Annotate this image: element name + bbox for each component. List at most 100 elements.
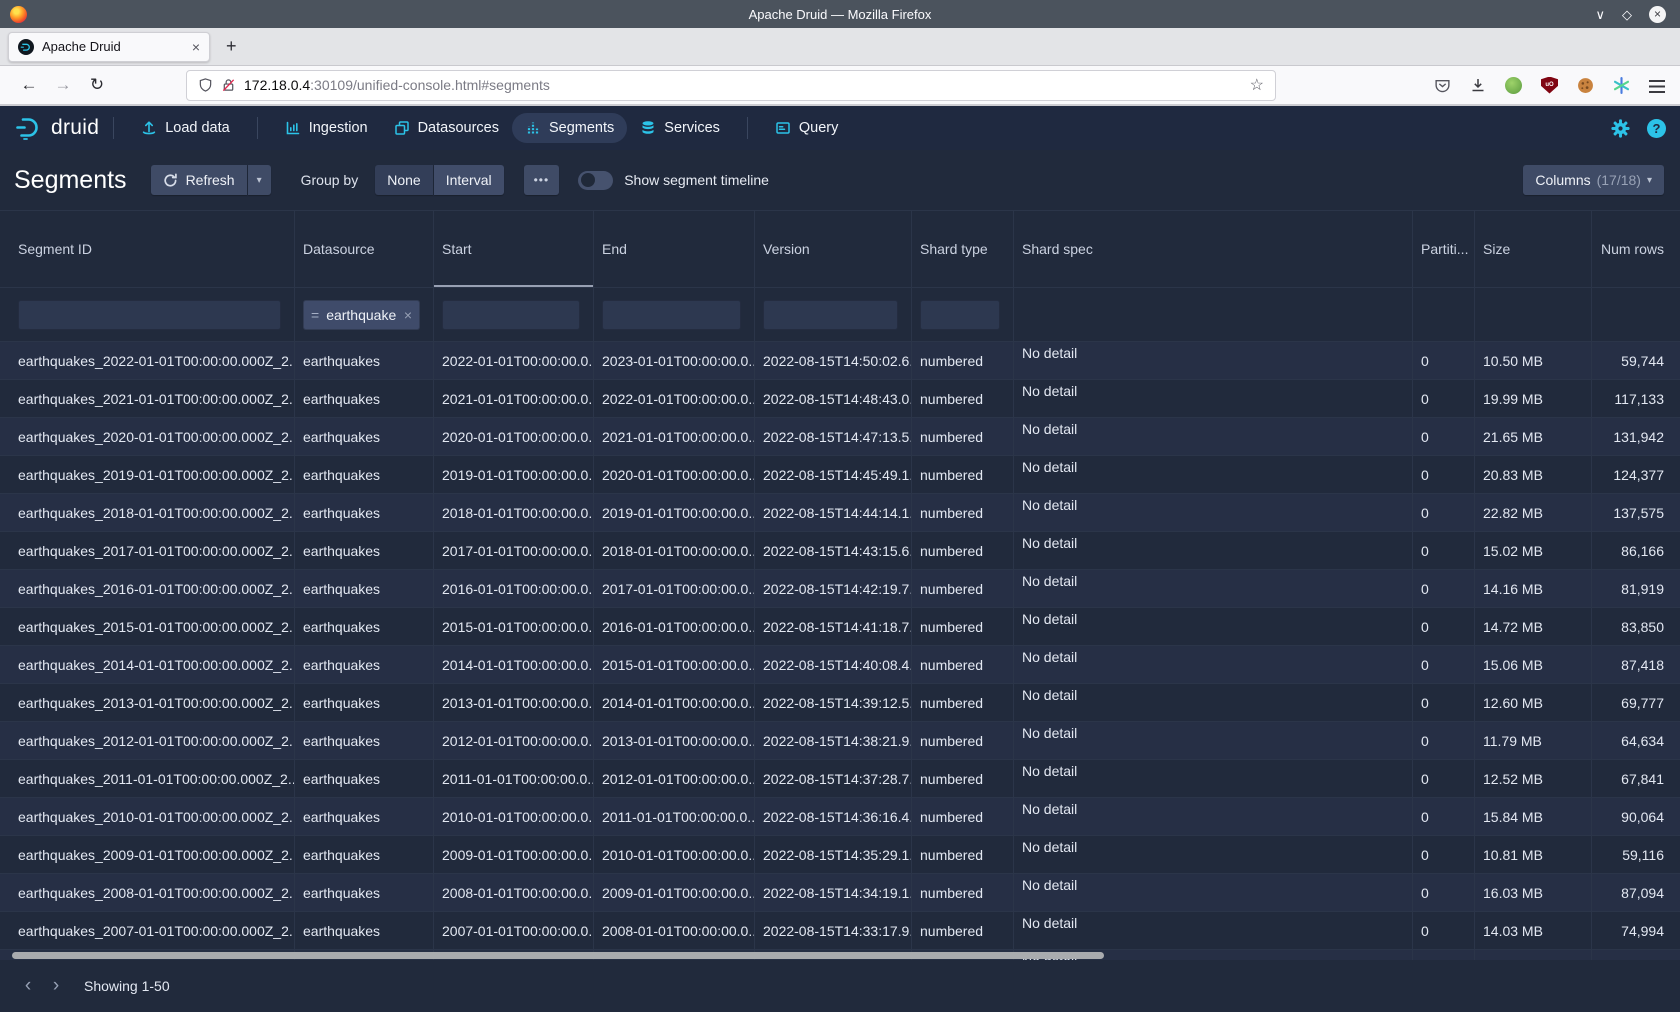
start-filter-input[interactable]	[442, 300, 580, 330]
cell-partition: 0	[1413, 608, 1475, 645]
new-tab-button[interactable]: +	[226, 36, 237, 57]
columns-button[interactable]: Columns (17/18) ▾	[1523, 165, 1664, 195]
datasource-filter-tag[interactable]: = earthquake ×	[303, 300, 420, 330]
cell-segment-id: earthquakes_2011-01-01T00:00:00.000Z_2..…	[0, 760, 295, 797]
help-icon[interactable]: ?	[1647, 119, 1666, 138]
window-minimize-icon[interactable]: ∨	[1595, 8, 1605, 21]
druid-logo[interactable]: druid	[14, 116, 99, 140]
cell-end: 2010-01-01T00:00:00.0...	[594, 836, 755, 873]
ublock-origin-icon[interactable]: uO	[1541, 77, 1558, 94]
privacy-extension-icon[interactable]	[1505, 77, 1522, 94]
cell-start: 2016-01-01T00:00:00.0...	[434, 570, 594, 607]
nav-item-ingestion[interactable]: Ingestion	[272, 113, 381, 143]
menu-hamburger-icon[interactable]	[1649, 80, 1665, 93]
nav-item-datasources[interactable]: Datasources	[381, 113, 512, 143]
cookie-extension-icon[interactable]	[1577, 77, 1594, 94]
refresh-button[interactable]: Refresh	[151, 165, 247, 195]
tab-title: Apache Druid	[42, 39, 192, 54]
snowflake-extension-icon[interactable]	[1613, 77, 1630, 94]
console-icon	[775, 120, 791, 136]
back-button[interactable]: ←	[12, 75, 46, 95]
nav-divider	[113, 117, 114, 139]
previous-page-button[interactable]: ‹	[14, 971, 42, 1001]
refresh-icon	[163, 173, 178, 188]
cell-version: 2022-08-15T14:33:17.9...	[755, 912, 912, 949]
cell-version: 2022-08-15T14:37:28.7...	[755, 760, 912, 797]
cell-shard-type: numbered	[912, 494, 1014, 531]
cell-shard-spec: No detail	[1014, 646, 1413, 683]
cell-partition	[1413, 950, 1475, 960]
downloads-icon[interactable]	[1470, 77, 1486, 93]
cell-datasource: earthquakes	[295, 608, 434, 645]
nav-item-query[interactable]: Query	[762, 113, 852, 143]
end-filter-input[interactable]	[602, 300, 741, 330]
window-maximize-icon[interactable]: ◇	[1622, 8, 1632, 21]
reload-button[interactable]: ↻	[80, 75, 114, 95]
gear-icon[interactable]	[1611, 119, 1630, 138]
tracking-shield-icon[interactable]	[198, 77, 213, 93]
group-by-interval-button[interactable]: Interval	[434, 165, 504, 195]
cell-end: 2018-01-01T00:00:00.0...	[594, 532, 755, 569]
nav-divider	[257, 117, 258, 139]
url-bar[interactable]: 172.18.0.4:30109/unified-console.html#se…	[186, 70, 1276, 101]
table-row: earthquakes_2022-01-01T00:00:00.000Z_2..…	[0, 341, 1680, 379]
column-header-segment-id[interactable]: Segment ID	[0, 211, 295, 287]
more-options-button[interactable]: •••	[524, 165, 560, 195]
cell-size: 19.99 MB	[1475, 380, 1592, 417]
cell-shard-type: numbered	[912, 570, 1014, 607]
remove-filter-icon[interactable]: ×	[404, 307, 412, 323]
browser-tab[interactable]: Apache Druid ×	[8, 32, 210, 62]
next-page-button[interactable]: ›	[42, 971, 70, 1001]
cell-num-rows: 64,634	[1592, 722, 1680, 759]
horizontal-scrollbar[interactable]	[12, 952, 1104, 959]
cell-end: 2020-01-01T00:00:00.0...	[594, 456, 755, 493]
cell-version: 2022-08-15T14:38:21.9...	[755, 722, 912, 759]
group-by-none-button[interactable]: None	[375, 165, 432, 195]
cell-partition: 0	[1413, 760, 1475, 797]
cell-version: 2022-08-15T14:36:16.4...	[755, 798, 912, 835]
cell-datasource: earthquakes	[295, 494, 434, 531]
forward-button[interactable]: →	[46, 75, 80, 95]
nav-item-segments[interactable]: Segments	[512, 113, 627, 143]
nav-item-services[interactable]: Services	[627, 113, 733, 143]
cell-datasource: earthquakes	[295, 418, 434, 455]
column-header-shard-type[interactable]: Shard type	[912, 211, 1014, 287]
column-header-size[interactable]: Size	[1475, 211, 1592, 287]
cell-partition: 0	[1413, 494, 1475, 531]
column-header-end[interactable]: End	[594, 211, 755, 287]
cell-shard-type: numbered	[912, 608, 1014, 645]
firefox-logo-icon	[10, 6, 27, 23]
cell-shard-spec: No detail	[1014, 456, 1413, 493]
cell-num-rows: 117,133	[1592, 380, 1680, 417]
cell-num-rows: 67,841	[1592, 760, 1680, 797]
nav-item-label: Query	[799, 120, 839, 136]
shard-type-filter-input[interactable]	[920, 300, 1000, 330]
refresh-label: Refresh	[186, 172, 235, 188]
cell-end: 2017-01-01T00:00:00.0...	[594, 570, 755, 607]
column-header-shard-spec[interactable]: Shard spec	[1014, 211, 1413, 287]
cell-version: 2022-08-15T14:41:18.7...	[755, 608, 912, 645]
cell-shard-type: numbered	[912, 380, 1014, 417]
insecure-lock-icon[interactable]	[221, 77, 236, 93]
pocket-icon[interactable]	[1434, 77, 1451, 94]
refresh-dropdown-button[interactable]: ▾	[248, 165, 271, 195]
table-header-row: Segment ID Datasource Start End Version …	[0, 211, 1680, 287]
cell-size: 14.03 MB	[1475, 912, 1592, 949]
nav-item-load-data[interactable]: Load data	[128, 113, 243, 143]
version-filter-input[interactable]	[763, 300, 898, 330]
cell-partition: 0	[1413, 798, 1475, 835]
tab-close-icon[interactable]: ×	[192, 39, 200, 55]
segment-timeline-toggle[interactable]	[578, 171, 613, 190]
column-header-start[interactable]: Start	[434, 211, 594, 287]
cell-version: 2022-08-15T14:44:14.1...	[755, 494, 912, 531]
window-close-icon[interactable]: ×	[1649, 6, 1666, 23]
segment-id-filter-input[interactable]	[18, 300, 281, 330]
table-row: earthquakes_2018-01-01T00:00:00.000Z_2..…	[0, 493, 1680, 531]
column-header-datasource[interactable]: Datasource	[295, 211, 434, 287]
column-header-partition[interactable]: Partiti...	[1413, 211, 1475, 287]
cell-partition: 0	[1413, 342, 1475, 379]
column-header-num-rows[interactable]: Num rows	[1592, 211, 1680, 287]
cell-segment-id: earthquakes_2012-01-01T00:00:00.000Z_2..…	[0, 722, 295, 759]
column-header-version[interactable]: Version	[755, 211, 912, 287]
bookmark-star-icon[interactable]: ☆	[1250, 75, 1264, 95]
